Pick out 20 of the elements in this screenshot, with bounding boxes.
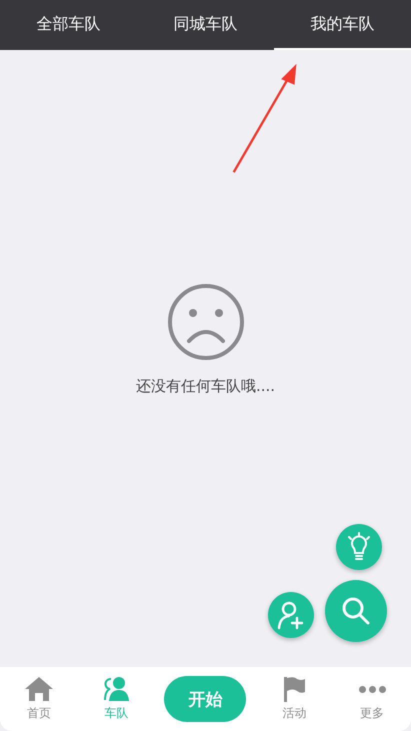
add-member-button[interactable] (268, 592, 314, 638)
people-icon (102, 676, 132, 702)
tab[interactable]: 我的车队 (274, 0, 411, 50)
empty-message: 还没有任何车队哦.... (136, 377, 276, 396)
nav-tab[interactable]: 车队 (86, 676, 147, 722)
search-icon (341, 596, 371, 626)
start-button[interactable]: 开始 (164, 676, 246, 722)
nav-tab[interactable]: 首页 (8, 676, 69, 722)
nav-tab[interactable]: 活动 (264, 676, 324, 722)
lightbulb-icon (346, 532, 372, 562)
add-user-icon (277, 600, 305, 630)
nav-tab[interactable]: 更多 (342, 676, 402, 722)
flag-icon (283, 676, 306, 702)
search-button[interactable] (325, 580, 387, 642)
tab[interactable]: 全部车队 (0, 0, 137, 50)
house-icon (24, 676, 54, 702)
tip-button[interactable] (336, 524, 382, 570)
more-icon (358, 686, 386, 692)
sad-face-icon (166, 283, 244, 361)
tab[interactable]: 同城车队 (137, 0, 274, 50)
